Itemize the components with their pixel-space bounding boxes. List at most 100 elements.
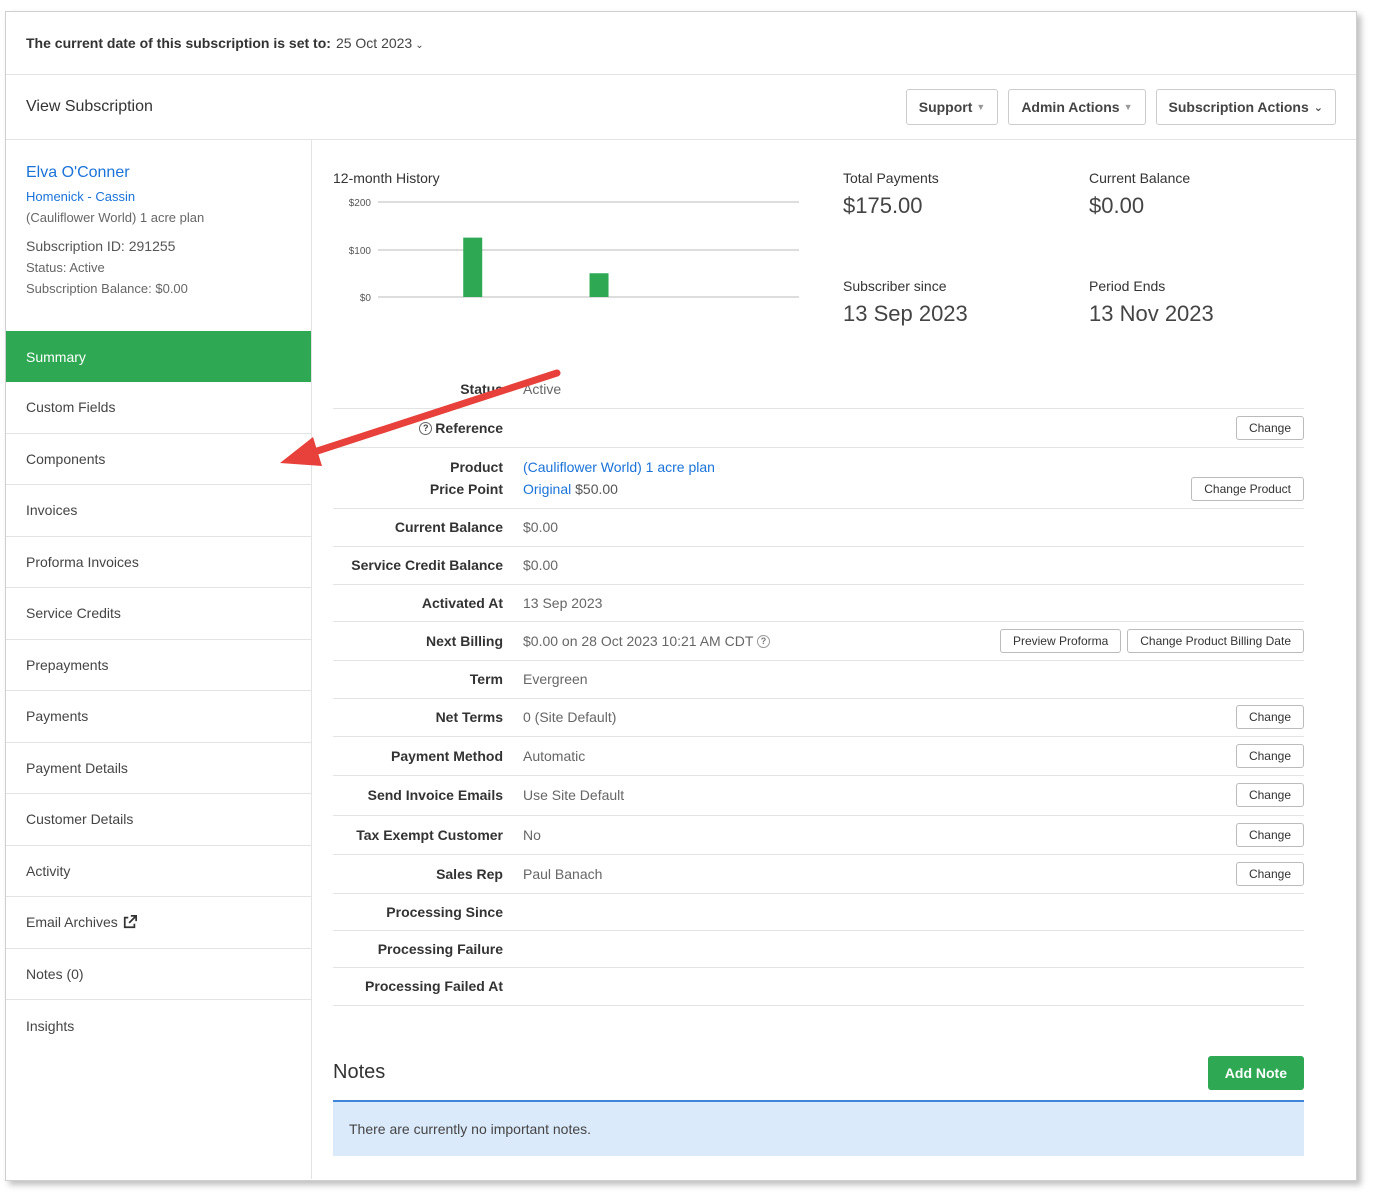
table-row: Term Evergreen [333,660,1304,699]
chart-bar [589,273,609,297]
table-row: Processing Failed At [333,967,1304,1006]
caret-down-icon: ▼ [1123,102,1133,112]
reference-key: Reference [435,419,503,436]
customer-card: Elva O'Conner Homenick - Cassin (Caulifl… [6,140,311,331]
stats-grid: Total Payments $175.00 Current Balance $0.… [843,170,1335,370]
price-point-value: $50.00 [575,480,618,497]
subscription-id: Subscription ID: 291255 [26,238,176,254]
chart-bar [463,237,483,297]
processing-since-key: Processing Since [333,893,523,931]
preview-proforma-button[interactable]: Preview Proforma [999,628,1122,653]
subscriber-since-label: Subscriber since [843,278,947,294]
next-billing-key: Next Billing [333,621,523,661]
nav-email-archives[interactable]: Email Archives [6,897,311,949]
table-row: Processing Since [333,893,1304,931]
table-row: ? Reference Change [333,408,1304,448]
tax-exempt-value: No [523,815,875,855]
next-billing-value: $0.00 on 28 Oct 2023 10:21 AM CDT [523,632,754,649]
help-icon[interactable]: ? [757,635,771,649]
tax-exempt-key: Tax Exempt Customer [333,815,523,855]
service-credit-value: $0.00 [523,546,875,585]
nav-prepayments[interactable]: Prepayments [6,640,311,691]
notes-empty-message: There are currently no important notes. [333,1099,1304,1156]
customer-name-link[interactable]: Elva O'Conner [26,164,291,182]
activated-value: 13 Sep 2023 [523,584,875,622]
current-balance-key: Current Balance [333,508,523,547]
table-row: Sales Rep Paul Banach Change [333,854,1304,894]
change-payment-method-button[interactable]: Change [1235,743,1304,768]
external-link-icon [123,915,137,929]
nav-payment-details[interactable]: Payment Details [6,743,311,794]
main-content: 12-month History $200 $100 $0 Total Paym… [312,140,1356,1179]
table-row: Product Price Point (Cauliflower World) 1… [333,447,1304,509]
nav-customer-details[interactable]: Customer Details [6,794,311,846]
organization-link[interactable]: Homenick - Cassin [26,189,291,204]
notes-header: Notes Add Note [333,1055,1304,1090]
change-send-invoice-button[interactable]: Change [1235,783,1304,807]
subscription-actions-button[interactable]: Subscription Actions ⌄ [1155,89,1336,125]
subscriber-since-value: 13 Sep 2023 [843,301,968,326]
chevron-down-icon: ⌄ [415,40,424,51]
current-balance-detail: $0.00 [523,508,875,547]
nav-components[interactable]: Components [6,434,311,485]
table-row: Send Invoice Emails Use Site Default Cha… [333,775,1304,816]
sales-rep-key: Sales Rep [333,854,523,894]
status-value: Active [523,370,875,409]
nav-activity[interactable]: Activity [6,846,311,897]
table-row: Service Credit Balance $0.00 [333,546,1304,585]
y-tick-label: $100 [349,246,372,257]
y-tick-label: $0 [360,293,372,304]
plan-name: (Cauliflower World) 1 acre plan [26,210,205,225]
current-date-dropdown[interactable]: 25 Oct 2023 ⌄ [336,35,424,51]
subscription-balance: Subscription Balance: $0.00 [26,281,188,296]
send-invoice-key: Send Invoice Emails [333,775,523,816]
chevron-down-icon: ⌄ [1313,101,1323,114]
chart-title: 12-month History [333,170,440,186]
history-chart: 12-month History $200 $100 $0 [333,170,823,370]
notes-title: Notes [333,1061,386,1083]
admin-actions-button[interactable]: Admin Actions ▼ [1008,89,1146,125]
change-billing-date-button[interactable]: Change Product Billing Date [1127,628,1304,653]
change-product-button[interactable]: Change Product [1191,476,1304,501]
nav-summary[interactable]: Summary [6,331,311,382]
nav-invoices[interactable]: Invoices [6,485,311,537]
support-button[interactable]: Support ▼ [905,89,999,125]
bar-chart: $200 $100 $0 [349,198,799,304]
page-title: View Subscription [26,98,153,115]
details-table: Status Active ? Reference Change Product P… [333,370,1304,1006]
term-key: Term [333,660,523,699]
nav-service-credits[interactable]: Service Credits [6,588,311,640]
payment-method-key: Payment Method [333,736,523,776]
table-row: Next Billing $0.00 on 28 Oct 2023 10:21 … [333,621,1304,661]
term-value: Evergreen [523,660,875,699]
nav-custom-fields[interactable]: Custom Fields [6,382,311,434]
change-net-terms-button[interactable]: Change [1235,705,1304,729]
period-ends-value: 13 Nov 2023 [1089,301,1214,326]
change-sales-rep-button[interactable]: Change [1235,861,1304,886]
price-point-link[interactable]: Original [523,481,571,497]
total-payments-value: $175.00 [843,193,923,218]
nav-notes[interactable]: Notes (0) [6,949,311,1000]
nav-proforma-invoices[interactable]: Proforma Invoices [6,537,311,588]
table-row: Activated At 13 Sep 2023 [333,584,1304,622]
date-bar: The current date of this subscription is… [6,12,1356,75]
help-icon[interactable]: ? [419,422,433,436]
payment-method-value: Automatic [523,736,875,776]
y-tick-label: $200 [349,198,372,209]
period-ends-label: Period Ends [1089,278,1166,294]
table-row: Tax Exempt Customer No Change [333,815,1304,855]
nav-insights[interactable]: Insights [6,1000,311,1052]
nav-payments[interactable]: Payments [6,691,311,743]
change-reference-button[interactable]: Change [1235,415,1304,440]
net-terms-value: 0 (Site Default) [523,698,875,737]
send-invoice-value: Use Site Default [523,775,875,816]
caret-down-icon: ▼ [976,102,986,112]
add-note-button[interactable]: Add Note [1207,1055,1304,1090]
table-row: Current Balance $0.00 [333,508,1304,547]
activated-key: Activated At [333,584,523,622]
table-row: Processing Failure [333,930,1304,968]
product-link[interactable]: (Cauliflower World) 1 acre plan [523,456,874,478]
change-tax-exempt-button[interactable]: Change [1235,822,1304,847]
service-credit-key: Service Credit Balance [333,546,523,585]
current-balance-value: $0.00 [1089,193,1145,218]
